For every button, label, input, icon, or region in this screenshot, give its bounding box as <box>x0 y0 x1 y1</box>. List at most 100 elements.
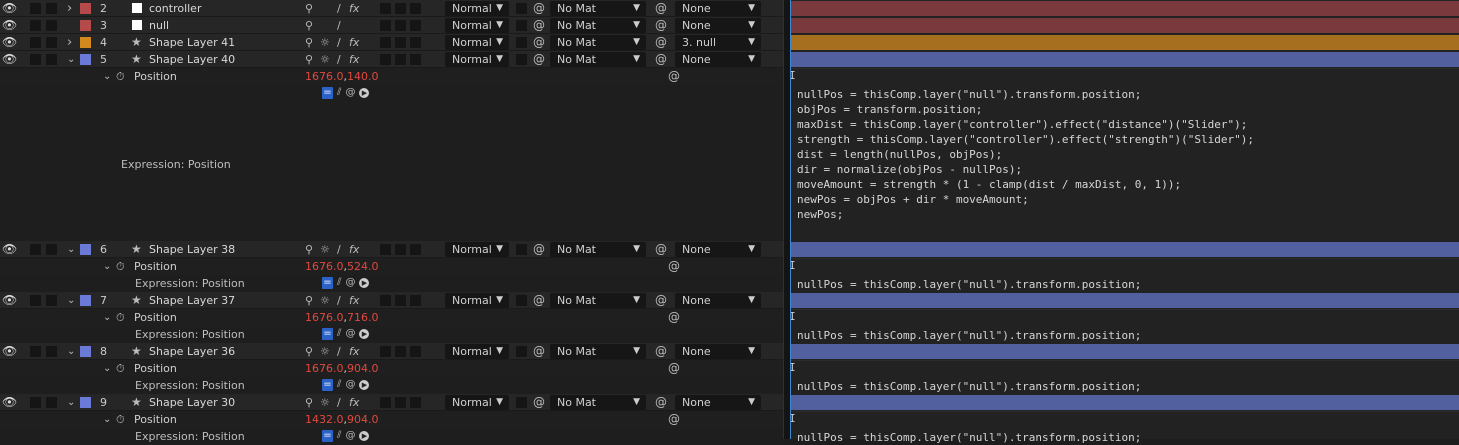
motion-blur-switch[interactable] <box>380 37 391 48</box>
expression-code-line[interactable]: nullPos = thisComp.layer("null").transfo… <box>797 277 1141 292</box>
track-matte-pickwhip-icon[interactable]: @ <box>533 0 545 17</box>
expression-code-line[interactable]: nullPos = thisComp.layer("null").transfo… <box>797 430 1141 445</box>
fx-switch-icon[interactable]: fx <box>349 51 359 68</box>
chevron-down-icon[interactable]: ⌄ <box>103 360 111 377</box>
expression-enable-icon[interactable]: = <box>322 379 333 391</box>
visibility-eye-icon[interactable]: 👁 <box>2 34 17 51</box>
expression-language-menu-icon[interactable]: ▶ <box>359 278 370 288</box>
track-matte-dropdown[interactable]: No Mat ▼ <box>550 293 646 308</box>
collapse-switch-icon[interactable]: ☼ <box>320 394 330 411</box>
visibility-eye-icon[interactable]: 👁 <box>2 51 17 68</box>
layer-name[interactable]: Shape Layer 38 <box>149 241 235 258</box>
layer-duration-bar[interactable] <box>791 293 1459 308</box>
label-color-swatch[interactable] <box>80 54 91 65</box>
expression-language-menu-icon[interactable]: ▶ <box>359 380 370 390</box>
3d-layer-switch[interactable] <box>410 3 421 14</box>
audio-toggle[interactable] <box>30 244 41 255</box>
parent-pickwhip-icon[interactable]: @ <box>655 0 667 17</box>
position-y-value[interactable]: 904.0 <box>347 362 379 375</box>
stopwatch-icon[interactable]: ⏱ <box>116 360 125 377</box>
motion-blur-switch[interactable] <box>380 54 391 65</box>
layer-name[interactable]: Shape Layer 30 <box>149 394 235 411</box>
shy-switch-icon[interactable]: ⚲ <box>305 343 313 360</box>
preserve-transparency-toggle[interactable] <box>516 3 527 14</box>
fx-switch-icon[interactable]: fx <box>349 34 359 51</box>
3d-layer-switch[interactable] <box>410 295 421 306</box>
label-color-swatch[interactable] <box>80 346 91 357</box>
position-value[interactable]: 1676.0,140.0 <box>305 68 379 85</box>
layer-duration-bar[interactable] <box>791 1 1459 16</box>
expression-enable-icon[interactable]: = <box>322 87 333 99</box>
parent-pickwhip-icon[interactable]: @ <box>655 241 667 258</box>
graph-editor-icon[interactable]: ⫽ <box>337 87 341 99</box>
property-pickwhip-icon[interactable]: @ <box>668 309 680 326</box>
parent-dropdown[interactable]: None ▼ <box>675 242 761 257</box>
property-pickwhip-icon[interactable]: @ <box>668 68 680 85</box>
expression-pickwhip-icon[interactable]: @ <box>345 379 355 391</box>
shy-switch-icon[interactable]: ⚲ <box>305 34 313 51</box>
audio-toggle[interactable] <box>30 54 41 65</box>
expression-pickwhip-icon[interactable]: @ <box>345 277 355 289</box>
3d-layer-switch[interactable] <box>410 397 421 408</box>
expression-enable-icon[interactable]: = <box>322 430 333 442</box>
layer-duration-bar[interactable] <box>791 18 1459 33</box>
parent-dropdown[interactable]: None ▼ <box>675 1 761 16</box>
fx-switch-icon[interactable]: fx <box>349 241 359 258</box>
position-x-value[interactable]: 1676.0 <box>305 362 344 375</box>
collapse-switch-icon[interactable]: ☼ <box>320 34 330 51</box>
layer-row[interactable]: 👁 ⌄ 9 ★ Shape Layer 30 ⚲ ☼ / fx Normal ▼ @ No Mat ▼ @ N… <box>0 394 783 411</box>
track-matte-dropdown[interactable]: No Mat ▼ <box>550 52 646 67</box>
label-color-swatch[interactable] <box>80 3 91 14</box>
position-x-value[interactable]: 1676.0 <box>305 311 344 324</box>
parent-dropdown[interactable]: None ▼ <box>675 18 761 33</box>
solo-toggle[interactable] <box>46 397 57 408</box>
track-matte-pickwhip-icon[interactable]: @ <box>533 34 545 51</box>
shy-switch-icon[interactable]: ⚲ <box>305 241 313 258</box>
3d-layer-switch[interactable] <box>410 346 421 357</box>
preserve-transparency-toggle[interactable] <box>516 20 527 31</box>
label-color-swatch[interactable] <box>80 244 91 255</box>
expression-enable-icon[interactable]: = <box>322 277 333 289</box>
graph-editor-icon[interactable]: ⫽ <box>337 328 341 340</box>
expression-pickwhip-icon[interactable]: @ <box>345 430 355 442</box>
collapse-switch-icon[interactable]: ☼ <box>320 241 330 258</box>
expression-pickwhip-icon[interactable]: @ <box>345 87 355 99</box>
parent-dropdown[interactable]: None ▼ <box>675 293 761 308</box>
track-matte-pickwhip-icon[interactable]: @ <box>533 241 545 258</box>
shy-switch-icon[interactable]: ⚲ <box>305 292 313 309</box>
quality-slash-icon[interactable]: / <box>337 0 341 17</box>
track-matte-dropdown[interactable]: No Mat ▼ <box>550 395 646 410</box>
3d-layer-switch[interactable] <box>410 20 421 31</box>
preserve-transparency-toggle[interactable] <box>516 37 527 48</box>
parent-pickwhip-icon[interactable]: @ <box>655 34 667 51</box>
layer-row[interactable]: 👁 ⌄ 8 ★ Shape Layer 36 ⚲ ☼ / fx Normal ▼ @ No Mat ▼ @ N… <box>0 343 783 360</box>
expression-code-line[interactable]: objPos = transform.position; <box>797 102 982 117</box>
position-value[interactable]: 1432.0,904.0 <box>305 411 379 428</box>
layer-name[interactable]: Shape Layer 41 <box>149 34 235 51</box>
track-matte-dropdown[interactable]: No Mat ▼ <box>550 18 646 33</box>
property-pickwhip-icon[interactable]: @ <box>668 411 680 428</box>
parent-pickwhip-icon[interactable]: @ <box>655 51 667 68</box>
preserve-transparency-toggle[interactable] <box>516 54 527 65</box>
position-value[interactable]: 1676.0,716.0 <box>305 309 379 326</box>
track-matte-dropdown[interactable]: No Mat ▼ <box>550 35 646 50</box>
blend-mode-dropdown[interactable]: Normal ▼ <box>445 293 509 308</box>
adjustment-switch[interactable] <box>395 37 406 48</box>
track-matte-dropdown[interactable]: No Mat ▼ <box>550 344 646 359</box>
adjustment-switch[interactable] <box>395 3 406 14</box>
chevron-right-icon[interactable]: › <box>67 0 72 17</box>
position-y-value[interactable]: 904.0 <box>347 413 379 426</box>
track-matte-pickwhip-icon[interactable]: @ <box>533 17 545 34</box>
shy-switch-icon[interactable]: ⚲ <box>305 17 313 34</box>
track-matte-dropdown[interactable]: No Mat ▼ <box>550 1 646 16</box>
parent-dropdown[interactable]: None ▼ <box>675 52 761 67</box>
label-color-swatch[interactable] <box>80 397 91 408</box>
motion-blur-switch[interactable] <box>380 3 391 14</box>
property-pickwhip-icon[interactable]: @ <box>668 360 680 377</box>
3d-layer-switch[interactable] <box>410 54 421 65</box>
blend-mode-dropdown[interactable]: Normal ▼ <box>445 344 509 359</box>
solo-toggle[interactable] <box>46 3 57 14</box>
adjustment-switch[interactable] <box>395 20 406 31</box>
current-time-indicator[interactable] <box>790 0 791 439</box>
fx-switch-icon[interactable]: fx <box>349 394 359 411</box>
